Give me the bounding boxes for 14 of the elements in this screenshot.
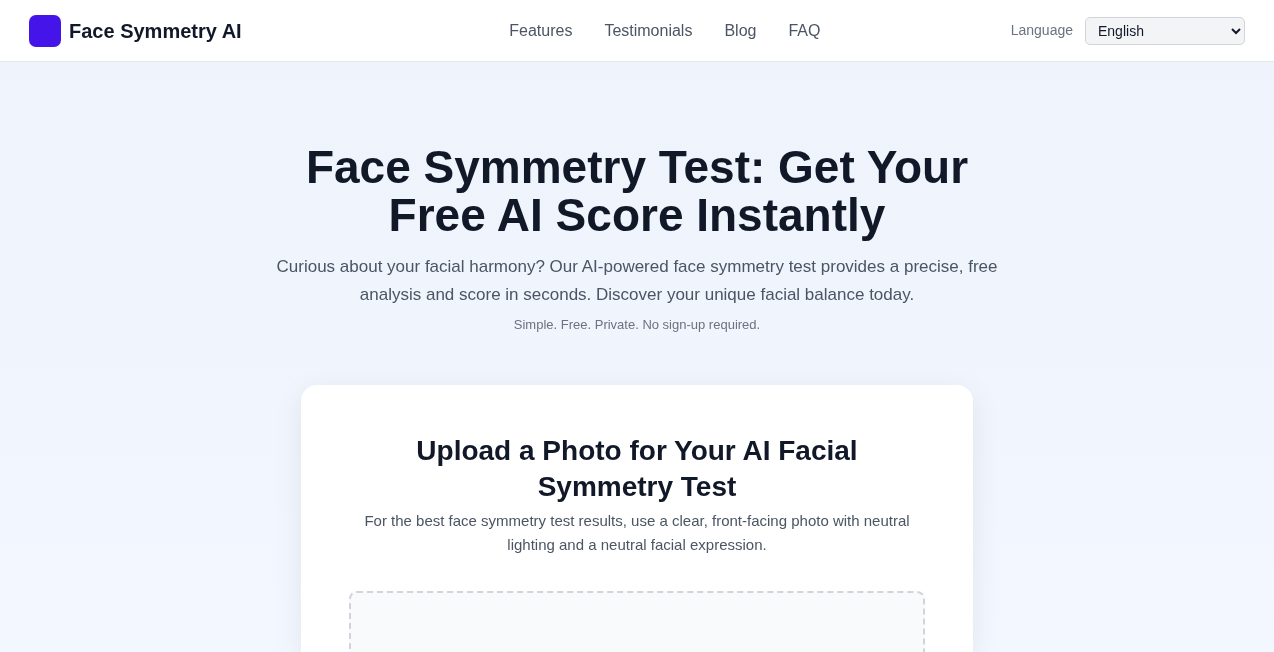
nav-link[interactable]: Blog: [724, 18, 757, 43]
brand-link[interactable]: Face Symmetry AI: [69, 15, 242, 46]
upload-description: For the best face symmetry test results, use a clear, front-facing photo with neutral lighting and a neutral facial expression.: [363, 510, 911, 555]
upload-dropzone[interactable]: [349, 590, 925, 652]
hero-subtitle: Curious about your facial harmony? Our AI-powered face symmetry test provides a precise, free analysis and score in seconds. Discover your unique facial balance today.: [275, 256, 999, 306]
language-select[interactable]: English: [1085, 16, 1245, 45]
nav-link[interactable]: Testimonials: [604, 18, 693, 43]
language-label: Language: [1010, 21, 1073, 40]
nav-link[interactable]: FAQ: [788, 18, 821, 43]
nav-link[interactable]: Features: [509, 18, 573, 43]
hero-title: Face Symmetry Test: Get Your Free AI Score Instantly: [304, 143, 970, 239]
logo-icon: [29, 14, 61, 47]
hero-note: Simple. Free. Private. No sign-up required.: [513, 316, 761, 334]
upload-title: Upload a Photo for Your AI Facial Symmetry Test: [415, 433, 859, 504]
